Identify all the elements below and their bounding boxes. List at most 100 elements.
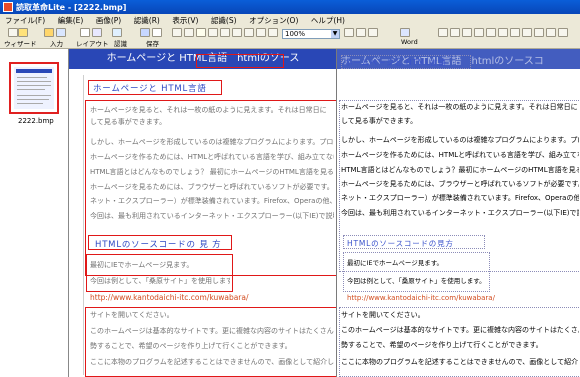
save-label: 保存 [146, 40, 159, 48]
paragraph-line: 今回は、最も利用されているインターネット・エクスプローラー(以下IE)で説明 [90, 212, 334, 220]
word-icon[interactable] [400, 28, 410, 37]
site-link[interactable]: http://www.kantodaichi-itc.com/kuwabara/ [90, 293, 249, 302]
zoom-value: 100% [285, 30, 306, 38]
thumbnail-line [17, 103, 43, 104]
result-paragraph-line: ホームページを作るためには、HTMLと呼ばれている言語を学び、組み立てなければな… [341, 151, 579, 159]
align-right-icon[interactable] [534, 28, 544, 37]
bold-icon[interactable] [474, 28, 484, 37]
thumbnail-pane: 2222.bmp [0, 49, 69, 377]
result-paragraph-line: 今回は例として、「桑原サイト」を使用します。 [347, 277, 486, 285]
thumbnail-line [17, 95, 51, 96]
deskew-icon[interactable] [232, 28, 242, 37]
recognize-icon[interactable] [112, 28, 122, 37]
text-region-icon[interactable] [344, 28, 354, 37]
input-label: 入力 [50, 40, 63, 48]
result-box-heading2[interactable] [343, 235, 485, 249]
fit-page-icon[interactable] [268, 28, 278, 37]
layout-icon[interactable] [80, 28, 90, 37]
menu-bar: ファイル(F) 編集(E) 画像(P) 認識(R) 表示(V) 認識(S) オプ… [0, 14, 580, 26]
zoom-icon[interactable] [196, 28, 206, 37]
thumbnail-line [17, 89, 45, 90]
result-paragraph-line: ここに本物のプログラムを記述することはできませんので、画像として紹介します。 [341, 358, 579, 366]
document-area: ホームページと HTML言語 htmlのソース ホームページと HTML言語 ホ… [69, 49, 580, 377]
toolbar: ウィザード 入力 レイアウト 認識 保存 100% ▼ Word [0, 26, 580, 49]
paragraph-line: ネット・エクスプローラー）が標準装備されています。Firefox、Operaの他… [90, 197, 334, 205]
menu-file[interactable]: ファイル(F) [0, 14, 50, 26]
menu-recognize-settings[interactable]: 認識(S) [206, 14, 242, 26]
zoom-out-icon[interactable] [256, 28, 266, 37]
paragraph-line: 勢することで、希望のページを作り上げて行くことができます。 [90, 342, 292, 350]
copy-icon[interactable] [450, 28, 460, 37]
thumbnail-caption: 2222.bmp [18, 117, 54, 125]
result-site-link[interactable]: http://www.kantodaichi-itc.com/kuwabara/ [347, 294, 495, 302]
layout-label: レイアウト [76, 40, 109, 48]
paragraph-line: ホームページを作るためには、HTMLと呼ばれている言語を学び、組み立てなけれ [90, 153, 334, 161]
thumbnail-header-bar [16, 69, 52, 73]
save-options-icon[interactable] [152, 28, 162, 37]
thumbnail-line [17, 99, 49, 100]
crop-icon[interactable] [220, 28, 230, 37]
wizard-label: ウィザード [4, 40, 37, 48]
align-left-icon[interactable] [510, 28, 520, 37]
thumbnail-line [17, 81, 51, 82]
result-box-section2[interactable] [343, 252, 490, 292]
menu-recognize[interactable]: 認識(R) [129, 14, 165, 26]
open-folder-icon[interactable] [44, 28, 54, 37]
result-paragraph-line: サイトを開いてください。 [341, 311, 425, 319]
image-region-icon[interactable] [356, 28, 366, 37]
highlight-icon[interactable] [558, 28, 568, 37]
rotate-icon[interactable] [208, 28, 218, 37]
font-color-icon[interactable] [546, 28, 556, 37]
menu-view[interactable]: 表示(V) [167, 14, 203, 26]
menu-image[interactable]: 画像(P) [91, 14, 126, 26]
paragraph-line: して見る事ができます。 [90, 118, 167, 126]
paragraph-line: 今回は例として、「桑原サイト」を使用します。 [90, 277, 230, 285]
wand-icon[interactable] [18, 28, 28, 37]
result-paragraph-line: 最初にIEでホームページ見ます。 [347, 259, 444, 267]
menu-options[interactable]: オプション(O) [244, 14, 303, 26]
result-paragraph-line: しかし、ホームページを形成しているのは複雑なプログラムによります。プログラムは大 [341, 136, 579, 144]
result-box-heading1[interactable] [341, 55, 471, 69]
page-margin-line [83, 75, 84, 375]
zoom-in-icon[interactable] [244, 28, 254, 37]
zoom-select[interactable]: 100% ▼ [282, 29, 340, 39]
region-box-section2[interactable] [86, 254, 233, 292]
paragraph-line: ここに本物のプログラムを記述することはできませんので、画像として紹介し [90, 358, 334, 366]
result-paragraph-line: このホームページは基本的なサイトです。更に複雑な内容のサイトはたくさんあります [341, 326, 579, 334]
result-paragraph-line: して見る事ができます。 [341, 117, 418, 125]
paragraph-line: ホームページを見るためには、ブラウザーと呼ばれているソフトが必要です。ウ [90, 183, 334, 191]
layout-region-icon[interactable] [92, 28, 102, 37]
menu-help[interactable]: ヘルプ(H) [306, 14, 350, 26]
wizard-icon[interactable] [8, 28, 18, 37]
region-box-title[interactable] [196, 54, 284, 68]
result-paragraph-line: 今回は、最も利用されているインターネット・エクスプローラー(以下IE)で説明しま… [341, 209, 579, 217]
underline-icon[interactable] [498, 28, 508, 37]
paragraph-line: ホームページを見ると、それは一枚の紙のように見えます。それは日常日に [90, 106, 327, 114]
result-paragraph-line: 勢することで、希望のページを作り上げて行くことができます。 [341, 341, 543, 349]
word-label: Word [401, 38, 418, 46]
title-bar: 読取革命Lite - [2222.bmp] [0, 0, 580, 14]
paragraph-line: このホームページは基本的なサイトです。更に複雑な内容のサイトはたくさん [90, 327, 334, 335]
undo-icon[interactable] [172, 28, 182, 37]
cut-icon[interactable] [438, 28, 448, 37]
result-paragraph-line: ネット・エクスプローラー）が標準装備されています。Firefox、Operaの他… [341, 194, 579, 202]
table-region-icon[interactable] [368, 28, 378, 37]
menu-edit[interactable]: 編集(E) [53, 14, 89, 26]
save-icon[interactable] [140, 28, 150, 37]
hand-icon[interactable] [184, 28, 194, 37]
scanner-icon[interactable] [56, 28, 66, 37]
region-box-heading1[interactable] [88, 80, 222, 95]
chevron-down-icon: ▼ [331, 30, 339, 38]
recognize-label: 認識 [114, 40, 127, 48]
paragraph-line: 最初にIEでホームページ見ます。 [90, 261, 194, 269]
paragraph-line: しかし、ホームページを形成しているのは複雑なプログラムによります。プログ [90, 138, 334, 146]
italic-icon[interactable] [486, 28, 496, 37]
thumbnail-preview [14, 67, 54, 109]
region-box-heading2[interactable] [88, 235, 232, 250]
paste-icon[interactable] [462, 28, 472, 37]
page-thumbnail[interactable] [9, 62, 59, 114]
result-paragraph-line: ホームページを見ると、それは一枚の紙のように見えます。それは日常日にしているパソ [341, 103, 579, 111]
recognized-text-view: ホームページと HTML言語 htmlのソースコ ホームページと HTML言語 … [336, 49, 580, 377]
thumbnail-line [17, 77, 47, 78]
align-center-icon[interactable] [522, 28, 532, 37]
